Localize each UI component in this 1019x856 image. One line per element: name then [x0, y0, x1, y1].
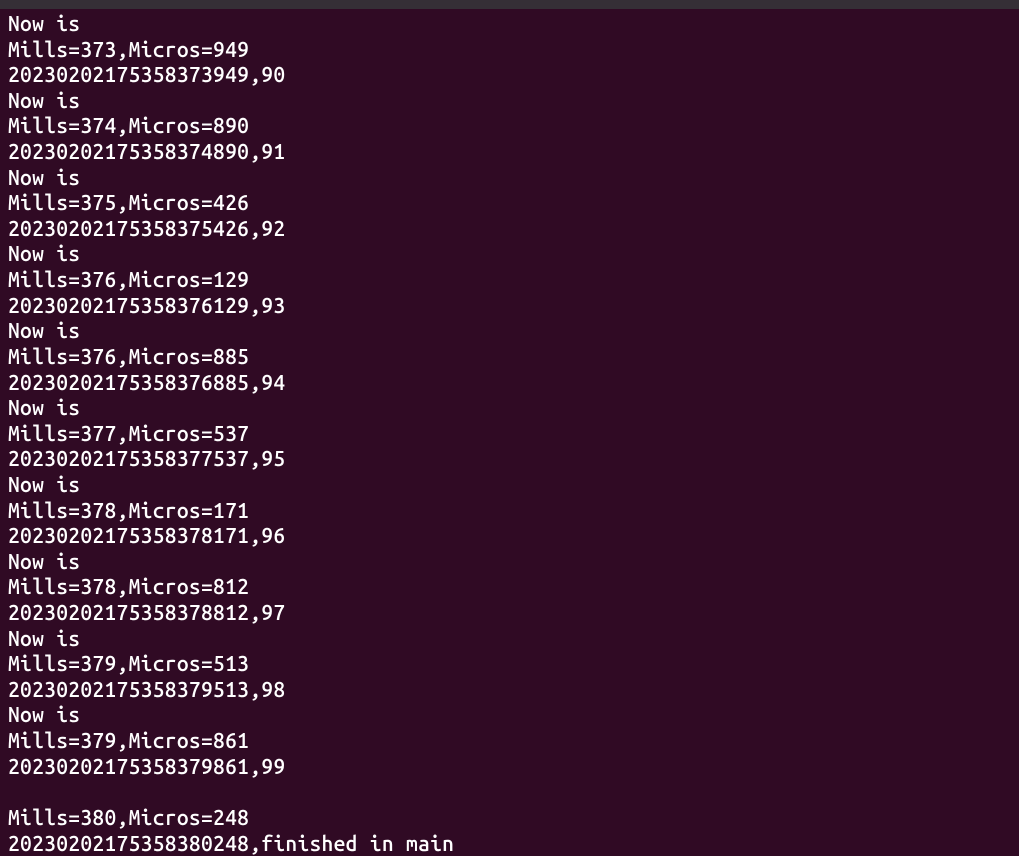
- log-timestamp-final: 20230202175358380248,finished in main: [8, 831, 1011, 856]
- log-mills-micros: Mills=380,Micros=248: [8, 805, 1011, 831]
- log-mills-micros: Mills=379,Micros=513: [8, 651, 1011, 677]
- log-timestamp-counter: 20230202175358378812,97: [8, 600, 1011, 626]
- log-header: Now is: [8, 318, 1011, 344]
- log-timestamp-counter: 20230202175358378171,96: [8, 523, 1011, 549]
- log-mills-micros: Mills=376,Micros=129: [8, 267, 1011, 293]
- log-header: Now is: [8, 241, 1011, 267]
- log-mills-micros: Mills=373,Micros=949: [8, 37, 1011, 63]
- log-header: Now is: [8, 165, 1011, 191]
- log-header: Now is: [8, 549, 1011, 575]
- log-header: Now is: [8, 626, 1011, 652]
- terminal-output[interactable]: Now isMills=373,Micros=94920230202175358…: [0, 9, 1019, 856]
- log-mills-micros: Mills=376,Micros=885: [8, 344, 1011, 370]
- log-mills-micros: Mills=378,Micros=171: [8, 498, 1011, 524]
- log-mills-micros: Mills=379,Micros=861: [8, 728, 1011, 754]
- log-timestamp-counter: 20230202175358375426,92: [8, 216, 1011, 242]
- log-header: Now is: [8, 395, 1011, 421]
- blank-line: [8, 779, 1011, 805]
- log-header: Now is: [8, 702, 1011, 728]
- log-mills-micros: Mills=374,Micros=890: [8, 113, 1011, 139]
- log-header: Now is: [8, 11, 1011, 37]
- log-header: Now is: [8, 472, 1011, 498]
- window-title-bar[interactable]: [0, 0, 1019, 9]
- log-mills-micros: Mills=378,Micros=812: [8, 574, 1011, 600]
- log-mills-micros: Mills=375,Micros=426: [8, 190, 1011, 216]
- log-timestamp-counter: 20230202175358374890,91: [8, 139, 1011, 165]
- log-timestamp-counter: 20230202175358373949,90: [8, 62, 1011, 88]
- log-timestamp-counter: 20230202175358377537,95: [8, 446, 1011, 472]
- log-timestamp-counter: 20230202175358376129,93: [8, 293, 1011, 319]
- log-timestamp-counter: 20230202175358376885,94: [8, 370, 1011, 396]
- log-mills-micros: Mills=377,Micros=537: [8, 421, 1011, 447]
- log-timestamp-counter: 20230202175358379861,99: [8, 754, 1011, 780]
- log-header: Now is: [8, 88, 1011, 114]
- log-timestamp-counter: 20230202175358379513,98: [8, 677, 1011, 703]
